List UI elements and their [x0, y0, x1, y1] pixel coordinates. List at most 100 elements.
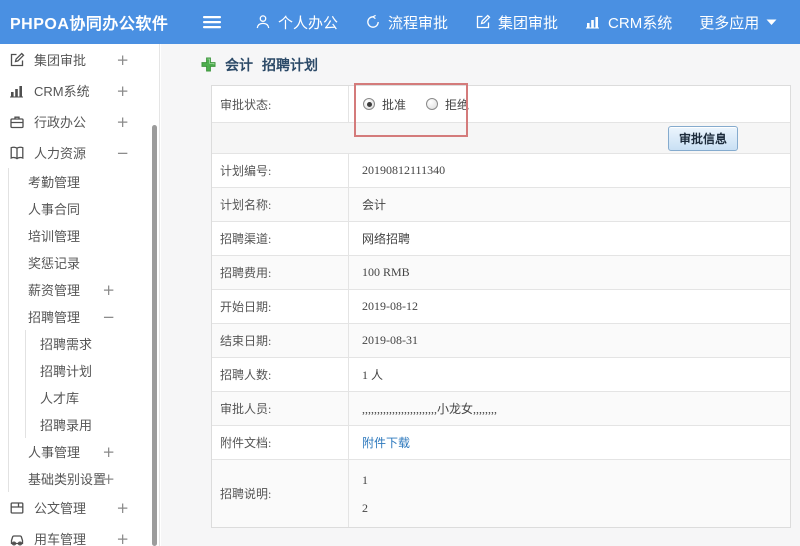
sidebar: 集团审批 + CRM系统 + 行政办公 + 人力资源 − 考勤管理人事合同培训管理奖惩记录薪资管…	[0, 44, 160, 546]
field-label: 招聘渠道:	[212, 222, 349, 255]
sidebar-item-label: 行政办公	[34, 115, 87, 130]
hamburger-icon	[202, 14, 222, 30]
description-line: 2	[362, 501, 368, 515]
sidebar-item-5[interactable]: 考勤管理	[0, 168, 159, 195]
sidebar-item-4[interactable]: 人力资源 −	[0, 137, 159, 168]
sidebar-item-label: CRM系统	[34, 84, 90, 99]
sidebar-item-label: 人力资源	[34, 146, 87, 161]
radio-unselected-icon[interactable]	[426, 98, 439, 110]
sidebar-item-6[interactable]: 人事合同	[0, 195, 159, 222]
sidebar-item-3[interactable]: 行政办公 +	[0, 106, 159, 137]
expand-plus-icon[interactable]: +	[116, 530, 129, 546]
expand-plus-icon[interactable]: +	[116, 51, 129, 69]
expand-plus-icon[interactable]: +	[102, 470, 115, 488]
sidebar-item-label: 人事合同	[28, 202, 81, 217]
approval-button-row: 审批信息	[212, 123, 790, 154]
sidebar-item-12[interactable]: 招聘计划	[0, 357, 159, 384]
main-content: 会计 招聘计划 审批状态: 批准 拒绝 审批信息 计划编号: 20190812111…	[161, 44, 800, 546]
sidebar-item-label: 集团审批	[34, 53, 87, 68]
sidebar-item-label: 人事管理	[28, 445, 81, 460]
radio-option-1[interactable]: 批准	[363, 96, 406, 113]
radio-option-2[interactable]: 拒绝	[426, 96, 469, 113]
process-icon	[365, 14, 381, 30]
sidebar-item-9[interactable]: 薪资管理 +	[0, 276, 159, 303]
sidebar-item-label: 公文管理	[34, 501, 87, 516]
expand-plus-icon[interactable]: +	[116, 82, 129, 100]
edit-icon	[475, 14, 491, 30]
approval-status-row: 审批状态: 批准 拒绝	[212, 86, 790, 123]
radio-selected-icon[interactable]	[363, 98, 375, 110]
sidebar-item-label: 招聘管理	[28, 310, 81, 325]
field-value: 附件下载	[349, 426, 790, 459]
field-label: 招聘人数:	[212, 358, 349, 391]
nav-item-4[interactable]: CRM系统	[585, 12, 672, 33]
sidebar-item-label: 基础类别设置	[28, 472, 107, 487]
sidebar-item-16[interactable]: 基础类别设置 +	[0, 465, 159, 492]
doc-icon	[8, 500, 25, 516]
field-value: 2019-08-12	[362, 299, 418, 313]
sidebar-item-label: 培训管理	[28, 229, 81, 244]
field-value: ,,,,,,,,,,,,,,,,,,,,,,,,,小龙女,,,,,,,,	[362, 402, 498, 416]
top-bar: PHPOA协同办公软件 个人办公 流程审批 集团审批 CRM系统 更多应用	[0, 0, 800, 44]
description-line: 1	[362, 473, 368, 487]
sidebar-item-15[interactable]: 人事管理 +	[0, 438, 159, 465]
expand-plus-icon[interactable]: +	[102, 443, 115, 461]
attachment-download-link[interactable]: 附件下载	[362, 434, 410, 451]
briefcase-icon	[8, 114, 25, 130]
sidebar-item-13[interactable]: 人才库	[0, 384, 159, 411]
sidebar-item-11[interactable]: 招聘需求	[0, 330, 159, 357]
field-value: 20190812111340	[362, 163, 446, 177]
sidebar-item-14[interactable]: 招聘录用	[0, 411, 159, 438]
nav-item-3[interactable]: 集团审批	[475, 12, 558, 33]
field-value: 2019-08-31	[362, 333, 418, 347]
chart-icon	[8, 83, 25, 99]
app-title: PHPOA协同办公软件	[10, 16, 169, 33]
sidebar-item-label: 考勤管理	[28, 175, 81, 190]
expand-plus-icon[interactable]: +	[116, 113, 129, 131]
field-row: 结束日期: 2019-08-31	[212, 324, 790, 358]
field-label: 审批状态:	[212, 86, 349, 122]
nav-item-label: 个人办公	[278, 14, 339, 32]
expand-plus-icon[interactable]: +	[102, 281, 115, 299]
field-row: 计划编号: 20190812111340	[212, 154, 790, 188]
sidebar-item-7[interactable]: 培训管理	[0, 222, 159, 249]
nav-item-1[interactable]: 个人办公	[255, 12, 338, 33]
field-row: 审批人员: ,,,,,,,,,,,,,,,,,,,,,,,,,小龙女,,,,,,,…	[212, 392, 790, 426]
sidebar-item-10[interactable]: 招聘管理 −	[0, 303, 159, 330]
field-label: 计划名称:	[212, 188, 349, 221]
menu-toggle-button[interactable]	[202, 14, 222, 30]
sidebar-item-label: 薪资管理	[28, 283, 81, 298]
radio-label: 拒绝	[445, 97, 470, 112]
field-label: 结束日期:	[212, 324, 349, 357]
user-icon	[255, 14, 271, 30]
sidebar-item-1[interactable]: 集团审批 +	[0, 44, 159, 75]
nav-item-label: CRM系统	[608, 14, 673, 32]
nav-item-label: 集团审批	[498, 14, 559, 32]
sidebar-item-label: 人才库	[40, 391, 80, 406]
field-row: 招聘说明: 1 2	[212, 460, 790, 527]
field-row: 计划名称: 会计	[212, 188, 790, 222]
sidebar-item-label: 招聘计划	[40, 364, 93, 379]
field-label: 招聘说明:	[212, 460, 349, 527]
sidebar-item-2[interactable]: CRM系统 +	[0, 75, 159, 106]
nav-item-label: 更多应用	[699, 14, 760, 32]
field-row: 附件文档: 附件下载	[212, 426, 790, 460]
expand-plus-icon[interactable]: +	[116, 499, 129, 517]
sidebar-item-8[interactable]: 奖惩记录	[0, 249, 159, 276]
sidebar-item-label: 用车管理	[34, 532, 87, 546]
nav-item-2[interactable]: 流程审批	[365, 12, 448, 33]
caret-down-icon	[766, 18, 777, 26]
sidebar-item-label: 奖惩记录	[28, 256, 81, 271]
sidebar-item-18[interactable]: 用车管理 +	[0, 523, 159, 546]
field-label: 审批人员:	[212, 392, 349, 425]
collapse-minus-icon[interactable]: −	[102, 308, 115, 326]
sidebar-item-label: 招聘录用	[40, 418, 93, 433]
field-value: 100 RMB	[362, 265, 410, 279]
field-value: 网络招聘	[362, 232, 411, 246]
sidebar-item-17[interactable]: 公文管理 +	[0, 492, 159, 523]
collapse-minus-icon[interactable]: −	[116, 144, 129, 162]
chart-icon	[585, 14, 601, 30]
nav-item-5[interactable]: 更多应用	[699, 12, 777, 33]
field-row: 招聘费用: 100 RMB	[212, 256, 790, 290]
approval-info-button[interactable]: 审批信息	[667, 125, 738, 151]
